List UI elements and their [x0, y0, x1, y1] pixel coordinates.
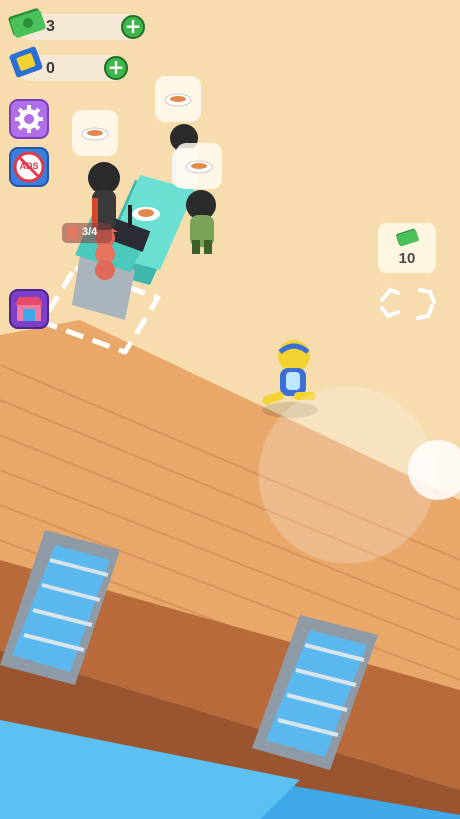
- unlock-reward[interactable]: 10: [378, 223, 436, 273]
- add-cash-button[interactable]: +: [121, 15, 145, 39]
- customer-1: [88, 162, 120, 230]
- cash-value: 3: [46, 18, 55, 35]
- cash-icon: [396, 228, 419, 247]
- no-ads-label: ADS: [19, 161, 39, 171]
- dish-icon: [81, 127, 109, 141]
- no-ads-button[interactable]: ADS: [9, 147, 49, 187]
- settings-button[interactable]: [9, 99, 49, 139]
- order-bubble-1: [72, 110, 118, 156]
- unlock-cost: 10: [398, 250, 416, 267]
- cash-icon: [8, 8, 46, 38]
- ticket-value: 0: [46, 60, 55, 77]
- add-ticket-button[interactable]: +: [104, 56, 128, 80]
- ticket-icon: [9, 46, 43, 78]
- station-stock-badge: 3/4: [62, 223, 112, 243]
- dish-icon: [185, 160, 213, 174]
- shop-button[interactable]: [9, 289, 49, 329]
- dish-icon: [164, 93, 192, 107]
- octopus-icon: [68, 226, 78, 240]
- shop-icon: [15, 297, 43, 321]
- station-stock-text: 3/4: [82, 226, 98, 238]
- order-bubble-3: [176, 143, 222, 189]
- game-scene: [0, 0, 460, 819]
- gear-icon: [15, 105, 43, 133]
- order-bubble-2: [155, 76, 201, 122]
